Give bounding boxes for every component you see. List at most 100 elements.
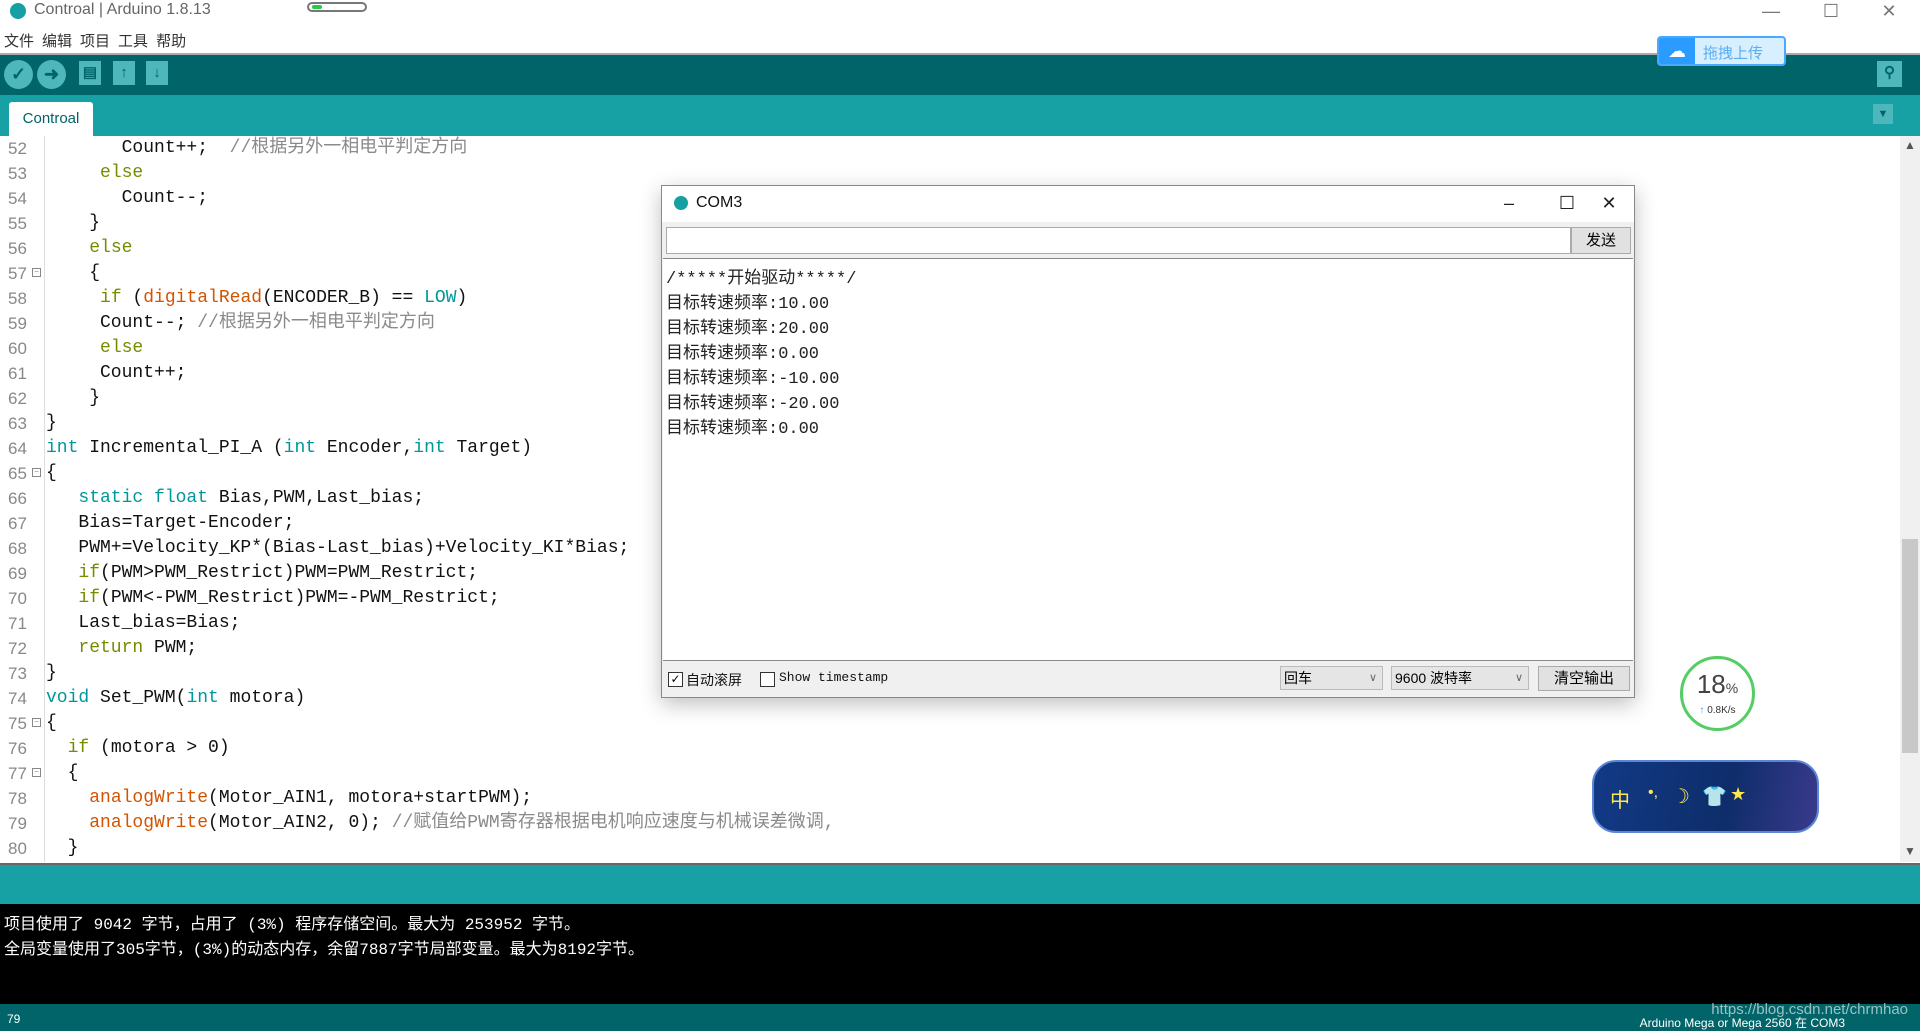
line-number: 69 — [8, 564, 27, 583]
save-icon[interactable]: ↓ — [146, 61, 168, 85]
star-icon[interactable]: ★ — [1730, 784, 1746, 805]
minimize-button[interactable]: — — [1748, 0, 1794, 24]
close-button[interactable]: ✕ — [1866, 0, 1912, 24]
maximize-button[interactable]: ☐ — [1544, 188, 1590, 218]
tab-controal[interactable]: Controal — [9, 102, 93, 136]
serial-output-line: 目标转速频率:0.00 — [666, 345, 820, 364]
fold-toggle-icon[interactable]: − — [32, 468, 41, 477]
menu-help[interactable]: 帮助 — [156, 33, 186, 50]
skin-shirt-icon[interactable]: 👕 — [1702, 784, 1727, 809]
menu-file[interactable]: 文件 — [4, 33, 34, 50]
code-line[interactable]: 80 } — [0, 836, 1900, 861]
token: PWM; — [143, 638, 198, 658]
code-text: { — [46, 261, 100, 286]
network-speed-widget[interactable]: 18% ↑ 0.8K/s — [1680, 656, 1755, 731]
token: (Motor_AIN1, motora+startPWM); — [208, 788, 533, 808]
token-ctl: else — [100, 338, 144, 358]
timestamp-checkbox[interactable] — [760, 672, 775, 687]
autoscroll-checkbox[interactable]: ✓ — [668, 672, 683, 687]
menu-sketch[interactable]: 项目 — [80, 33, 110, 50]
verify-icon[interactable]: ✓ — [4, 60, 33, 89]
line-number: 79 — [8, 814, 27, 833]
message-bar — [0, 863, 1920, 904]
code-text: else — [46, 161, 143, 186]
token-kw: int — [413, 438, 446, 458]
tab-bar: Controal ▼ — [0, 95, 1920, 136]
token-cm: //根据另外一相电平判定方向 — [197, 313, 435, 333]
line-number: 61 — [8, 364, 27, 383]
token: ( — [121, 288, 144, 308]
code-text: analogWrite(Motor_AIN2, 0); //赋值给PWM寄存器根… — [46, 811, 834, 836]
code-text: { — [46, 711, 57, 736]
line-number: 56 — [8, 239, 27, 258]
console-output: 项目使用了 9042 字节，占用了 (3%) 程序存储空间。最大为 253952… — [0, 904, 1920, 1004]
token: { — [46, 763, 79, 783]
token-fn: digitalRead — [143, 288, 263, 308]
code-text: if(PWM>PWM_Restrict)PWM=PWM_Restrict; — [46, 561, 478, 586]
menu-tools[interactable]: 工具 — [118, 33, 148, 50]
send-button[interactable]: 发送 — [1571, 227, 1631, 254]
cpu-percent: 18 — [1696, 669, 1726, 699]
menu-edit[interactable]: 编辑 — [42, 33, 72, 50]
moon-icon[interactable]: ☽ — [1672, 784, 1690, 809]
arduino-logo-icon — [10, 3, 26, 19]
open-icon[interactable]: ↑ — [113, 61, 135, 85]
ime-toolbar[interactable]: 中 •, ☽ 👕 ★ — [1592, 760, 1819, 833]
scroll-up-icon[interactable]: ▲ — [1904, 138, 1916, 152]
tab-menu-chevron-down-icon[interactable]: ▼ — [1873, 104, 1893, 124]
minimize-button[interactable]: – — [1486, 188, 1532, 218]
fold-toggle-icon[interactable]: − — [32, 768, 41, 777]
token: (ENCODER_B) == — [262, 288, 425, 308]
token: Incremental_PI_A ( — [78, 438, 284, 458]
serial-monitor-titlebar[interactable]: COM3 – ☐ ✕ — [662, 186, 1634, 222]
window-title: Controal | Arduino 1.8.13 — [34, 1, 211, 18]
code-text: Count++; //根据另外一相电平判定方向 — [46, 136, 468, 161]
fold-toggle-icon[interactable]: − — [32, 268, 41, 277]
code-line[interactable]: 76 if (motora > 0) — [0, 736, 1900, 761]
maximize-button[interactable]: ☐ — [1808, 0, 1854, 24]
token: (Motor_AIN2, 0); — [208, 813, 392, 833]
chevron-down-icon: ∨ — [1514, 672, 1523, 684]
code-line[interactable]: 52 Count++; //根据另外一相电平判定方向 — [0, 136, 1900, 161]
token-fn: analogWrite — [89, 788, 209, 808]
token-ctl: if — [67, 738, 90, 758]
upload-arrow-icon[interactable]: ➜ — [37, 60, 66, 89]
code-line[interactable]: 75−{ — [0, 711, 1900, 736]
editor-scrollbar[interactable]: ▲ ▼ — [1900, 136, 1920, 862]
serial-monitor-icon[interactable]: ⚲ — [1877, 61, 1902, 87]
scrollbar-thumb[interactable] — [1902, 539, 1918, 753]
scroll-down-icon[interactable]: ▼ — [1904, 844, 1916, 858]
baidu-upload-button[interactable]: ☁ 拖拽上传 — [1657, 36, 1786, 66]
send-input[interactable] — [666, 227, 1571, 254]
token: Count++; — [46, 138, 230, 158]
code-text: Last_bias=Bias; — [46, 611, 240, 636]
punctuation-icon[interactable]: •, — [1648, 784, 1658, 802]
token-kw: int — [46, 438, 79, 458]
ime-mode[interactable]: 中 — [1610, 784, 1630, 813]
code-text: if(PWM<-PWM_Restrict)PWM=-PWM_Restrict; — [46, 586, 499, 611]
token-fn: analogWrite — [89, 813, 209, 833]
title-bar: Controal | Arduino 1.8.13 — ☐ ✕ — [0, 0, 1920, 26]
line-number: 59 — [8, 314, 27, 333]
new-file-icon[interactable]: ▤ — [79, 61, 101, 85]
code-text: analogWrite(Motor_AIN1, motora+startPWM)… — [46, 786, 532, 811]
fold-toggle-icon[interactable]: − — [32, 718, 41, 727]
code-text: } — [46, 836, 79, 861]
baud-rate-value: 9600 波特率 — [1395, 670, 1473, 686]
code-text: { — [46, 761, 79, 786]
serial-monitor-title: COM3 — [696, 194, 743, 211]
code-line[interactable]: 53 else — [0, 161, 1900, 186]
token: Set_PWM( — [89, 688, 187, 708]
clear-output-button[interactable]: 清空输出 — [1538, 666, 1630, 691]
line-ending-select[interactable]: 回车 ∨ — [1280, 666, 1383, 690]
token-ctl: if — [100, 288, 122, 308]
token: Bias,PWM,Last_bias; — [208, 488, 425, 508]
code-text: else — [46, 336, 143, 361]
baud-rate-select[interactable]: 9600 波特率 ∨ — [1391, 666, 1529, 690]
close-button[interactable]: ✕ — [1586, 188, 1632, 218]
